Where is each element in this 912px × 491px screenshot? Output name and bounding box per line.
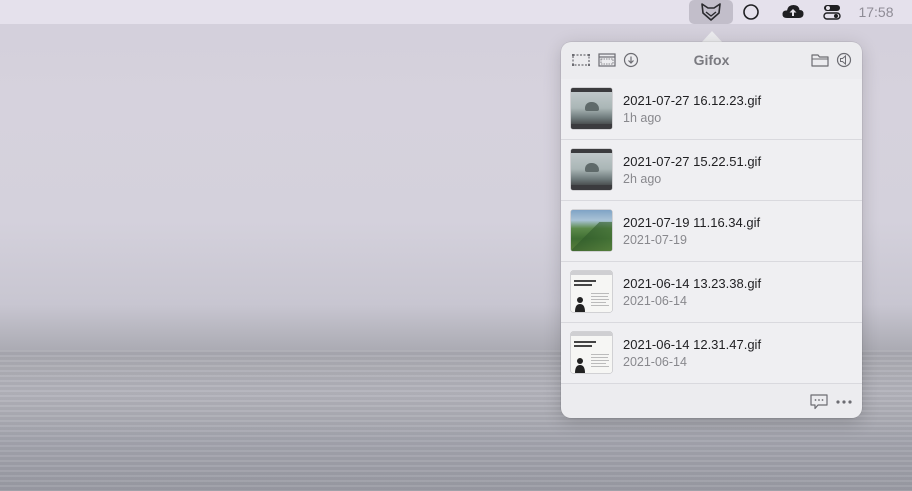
file-date: 2021-06-14: [623, 355, 687, 369]
file-name: 2021-07-27 16.12.23.gif: [623, 93, 762, 108]
gif-thumbnail: [571, 210, 612, 251]
popover-footer: [561, 384, 862, 418]
list-item[interactable]: 2021-07-27 15.22.51.gif 2h ago: [561, 140, 862, 201]
gif-thumbnail: [571, 149, 612, 190]
gif-thumbnail: [571, 332, 612, 373]
capture-window-icon: [598, 53, 616, 67]
feedback-button[interactable]: [809, 393, 829, 411]
more-icon: [836, 400, 852, 404]
feedback-icon: [810, 394, 828, 410]
menu-bar: 17:58: [0, 0, 912, 24]
file-date: 2h ago: [623, 172, 662, 186]
sound-icon: [836, 52, 852, 68]
file-date: 2021-06-14: [623, 294, 687, 308]
list-item[interactable]: 2021-06-14 13.23.38.gif 2021-06-14: [561, 262, 862, 323]
file-name: 2021-07-19 11.16.34.gif: [623, 215, 761, 230]
file-name: 2021-06-14 13.23.38.gif: [623, 276, 762, 291]
file-name: 2021-07-27 15.22.51.gif: [623, 154, 762, 169]
gifox-popover: Gifox 2021-07-27 16.12.23.gif 1h ago 202…: [561, 42, 862, 418]
circle-status-icon[interactable]: [738, 0, 764, 24]
download-button[interactable]: [621, 51, 641, 69]
download-icon: [623, 52, 639, 68]
circle-icon: [743, 4, 759, 20]
open-folder-button[interactable]: [810, 51, 830, 69]
file-date: 1h ago: [623, 111, 662, 125]
gif-thumbnail: [571, 271, 612, 312]
file-name: 2021-06-14 12.31.47.gif: [623, 337, 762, 352]
sound-toggle-button[interactable]: [834, 51, 854, 69]
list-item[interactable]: 2021-06-14 12.31.47.gif 2021-06-14: [561, 323, 862, 384]
cloud-upload-icon: [782, 5, 804, 18]
gif-thumbnail: [571, 88, 612, 129]
menu-bar-clock[interactable]: 17:58: [852, 0, 900, 24]
capture-rectangle-icon: [572, 54, 590, 66]
control-center-menu-icon[interactable]: [818, 0, 846, 24]
popover-title: Gifox: [693, 52, 730, 68]
recordings-list[interactable]: 2021-07-27 16.12.23.gif 1h ago 2021-07-2…: [561, 79, 862, 384]
person-figure-icon: [575, 358, 585, 373]
capture-window-button[interactable]: [597, 51, 617, 69]
folder-icon: [811, 54, 829, 67]
file-date: 2021-07-19: [623, 233, 687, 247]
popover-header: Gifox: [561, 42, 862, 79]
list-item[interactable]: 2021-07-27 16.12.23.gif 1h ago: [561, 79, 862, 140]
more-options-button[interactable]: [834, 393, 854, 411]
fox-icon: [701, 3, 721, 21]
cloud-upload-menu-icon[interactable]: [778, 0, 808, 24]
person-figure-icon: [575, 297, 585, 312]
gifox-menu-icon[interactable]: [689, 0, 733, 24]
list-item[interactable]: 2021-07-19 11.16.34.gif 2021-07-19: [561, 201, 862, 262]
capture-rectangle-button[interactable]: [571, 51, 591, 69]
control-center-icon: [823, 5, 841, 20]
